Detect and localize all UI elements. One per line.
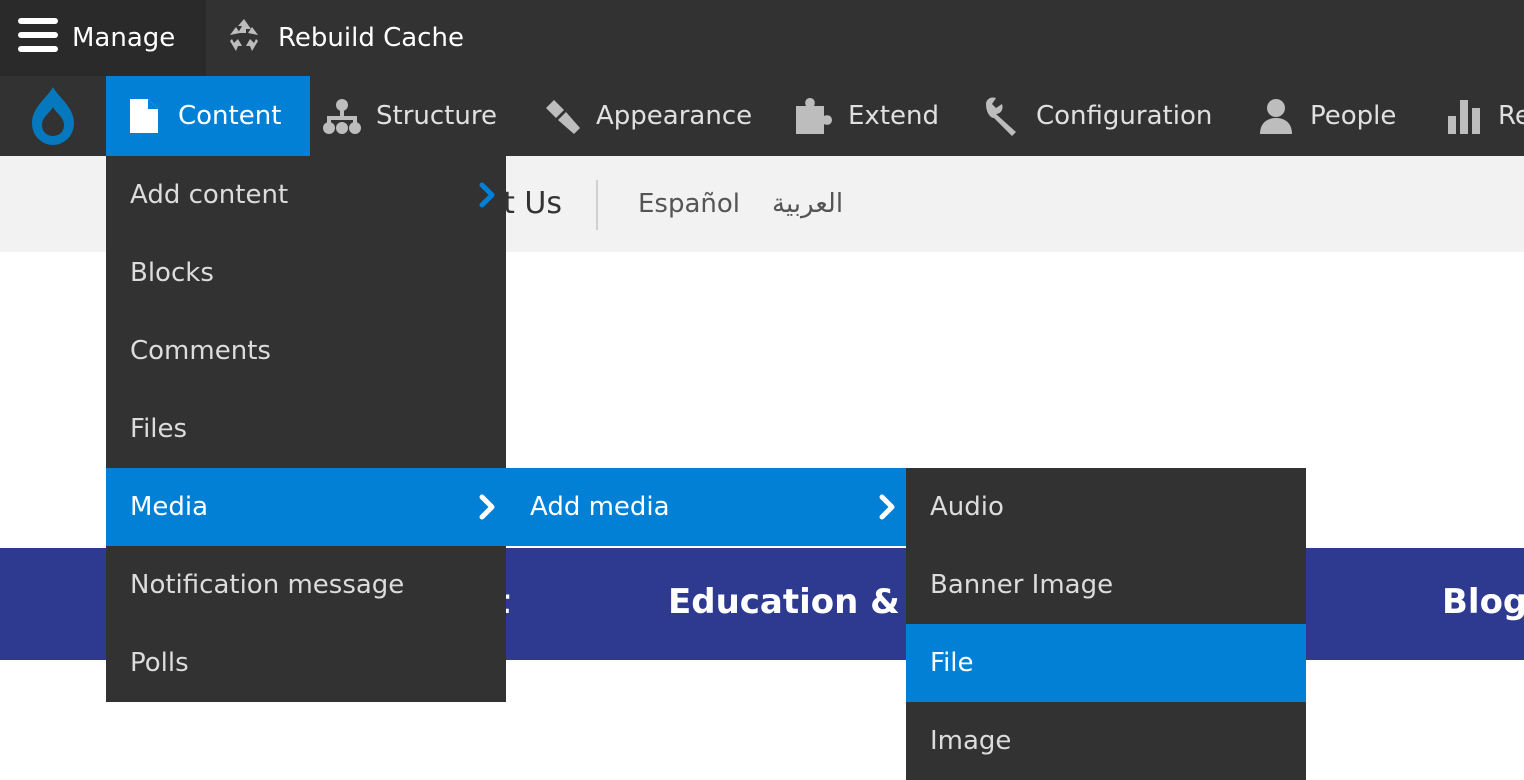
menu-item-banner-image[interactable]: Banner Image [906, 546, 1306, 624]
menu-item-label: Notification message [130, 570, 405, 600]
tray-configuration[interactable]: Configuration [982, 76, 1212, 156]
menu-item-label: Add media [530, 492, 670, 522]
content-dropdown-menu: Add content Blocks Comments Files Media … [106, 156, 506, 702]
tray-content-label: Content [178, 101, 282, 131]
chevron-right-icon [479, 182, 495, 208]
menu-item-add-media[interactable]: Add media [506, 468, 906, 546]
tray-content[interactable]: Content [106, 76, 310, 156]
language-spanish-link[interactable]: Español [638, 156, 740, 252]
menu-item-label: Add content [130, 180, 289, 210]
tray-people-label: People [1310, 101, 1397, 131]
tray-appearance-label: Appearance [596, 101, 753, 131]
main-nav-item-education[interactable]: Education & Re [668, 548, 908, 660]
menu-item-label: Comments [130, 336, 271, 366]
menu-item-label: Banner Image [930, 570, 1114, 600]
wrench-icon [982, 96, 1022, 136]
menu-item-image[interactable]: Image [906, 702, 1306, 780]
language-arabic-link[interactable]: العربية [772, 156, 843, 252]
menu-item-blocks[interactable]: Blocks [106, 234, 506, 312]
menu-item-notification-message[interactable]: Notification message [106, 546, 506, 624]
sitemap-icon [322, 96, 362, 136]
menu-item-media[interactable]: Media [106, 468, 506, 546]
menu-item-files[interactable]: Files [106, 390, 506, 468]
puzzle-icon [794, 96, 834, 136]
menu-item-label: File [930, 648, 974, 678]
main-nav-item-blogs[interactable]: Blogs [1442, 548, 1524, 660]
file-icon [124, 96, 164, 136]
person-icon [1256, 96, 1296, 136]
menu-item-file[interactable]: File [906, 624, 1306, 702]
menu-item-audio[interactable]: Audio [906, 468, 1306, 546]
menu-item-polls[interactable]: Polls [106, 624, 506, 702]
bar-chart-icon [1444, 96, 1484, 136]
menu-item-label: Image [930, 726, 1012, 756]
rebuild-cache-button[interactable]: Rebuild Cache [206, 0, 464, 76]
tray-appearance[interactable]: Appearance [542, 76, 752, 156]
hamburger-icon [18, 17, 58, 59]
menu-item-label: Media [130, 492, 209, 522]
menu-item-label: Polls [130, 648, 189, 678]
tray-people[interactable]: People [1256, 76, 1396, 156]
recycle-icon [224, 15, 264, 62]
menu-item-label: Blocks [130, 258, 214, 288]
top-toolbar: Manage Rebuild Cache [0, 0, 1524, 76]
header-divider [596, 180, 598, 230]
menu-item-label: Audio [930, 492, 1004, 522]
chevron-right-icon [479, 494, 495, 520]
chevron-right-icon [879, 494, 895, 520]
rebuild-cache-label: Rebuild Cache [278, 23, 464, 53]
tray-structure-label: Structure [376, 101, 497, 131]
menu-item-label: Files [130, 414, 188, 444]
add-media-submenu: Audio Banner Image File Image [906, 468, 1306, 780]
drupal-logo-icon[interactable] [0, 76, 106, 156]
tray-structure[interactable]: Structure [322, 76, 497, 156]
admin-tray: Content Structure Appearance Extend Conf… [0, 76, 1524, 156]
tray-reports[interactable]: Re [1444, 76, 1524, 156]
tray-reports-label: Re [1498, 101, 1524, 131]
manage-button[interactable]: Manage [0, 0, 206, 76]
tray-extend[interactable]: Extend [794, 76, 939, 156]
menu-item-add-content[interactable]: Add content [106, 156, 506, 234]
media-submenu: Add media [506, 468, 906, 546]
tray-configuration-label: Configuration [1036, 101, 1213, 131]
manage-label: Manage [72, 23, 176, 53]
paintbrush-icon [542, 96, 582, 136]
tray-extend-label: Extend [848, 101, 939, 131]
menu-item-comments[interactable]: Comments [106, 312, 506, 390]
